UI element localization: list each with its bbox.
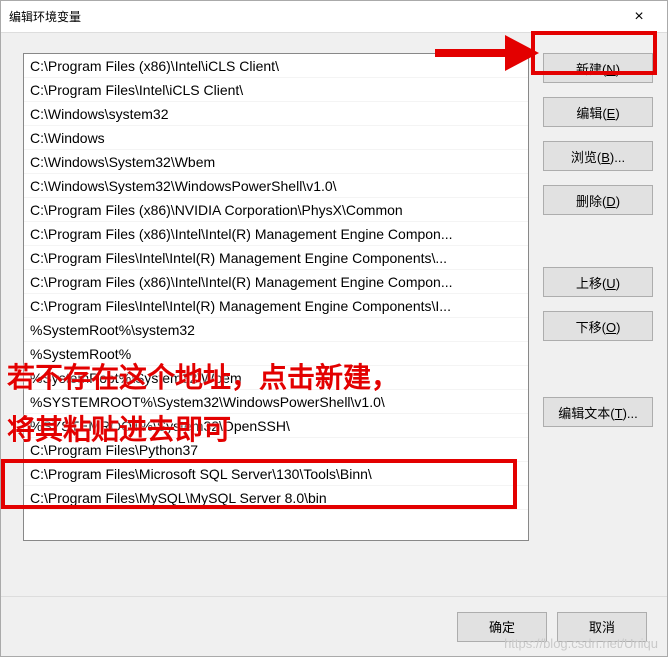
list-item[interactable]: C:\Program Files (x86)\Intel\iCLS Client…: [24, 54, 528, 78]
browse-button[interactable]: 浏览(B)...: [543, 141, 653, 171]
list-item[interactable]: C:\Program Files\MySQL\MySQL Server 8.0\…: [24, 486, 528, 510]
list-item[interactable]: %SYSTEMROOT%\System32\OpenSSH\: [24, 414, 528, 438]
edittext-button[interactable]: 编辑文本(T)...: [543, 397, 653, 427]
list-item[interactable]: C:\Program Files\Python37: [24, 438, 528, 462]
list-item[interactable]: %SYSTEMROOT%\System32\WindowsPowerShell\…: [24, 390, 528, 414]
moveup-button[interactable]: 上移(U): [543, 267, 653, 297]
cancel-button[interactable]: 取消: [557, 612, 647, 642]
list-item[interactable]: C:\Program Files (x86)\Intel\Intel(R) Ma…: [24, 270, 528, 294]
window-title: 编辑环境变量: [9, 8, 81, 25]
list-item[interactable]: %SystemRoot%: [24, 342, 528, 366]
path-listbox[interactable]: C:\Program Files (x86)\Intel\iCLS Client…: [23, 53, 529, 541]
movedown-button[interactable]: 下移(O): [543, 311, 653, 341]
list-item[interactable]: C:\Program Files\Intel\Intel(R) Manageme…: [24, 294, 528, 318]
content-area: C:\Program Files (x86)\Intel\iCLS Client…: [1, 33, 667, 596]
list-item[interactable]: C:\Program Files\Intel\iCLS Client\: [24, 78, 528, 102]
new-button[interactable]: 新建(N): [543, 53, 653, 83]
footer: 确定 取消: [1, 596, 667, 656]
list-item[interactable]: %SystemRoot%\System32\Wbem: [24, 366, 528, 390]
list-item[interactable]: C:\Program Files\Intel\Intel(R) Manageme…: [24, 246, 528, 270]
list-item[interactable]: C:\Program Files (x86)\Intel\Intel(R) Ma…: [24, 222, 528, 246]
ok-button[interactable]: 确定: [457, 612, 547, 642]
titlebar: 编辑环境变量 ×: [1, 1, 667, 33]
list-item[interactable]: C:\Windows\system32: [24, 102, 528, 126]
list-item[interactable]: C:\Program Files (x86)\NVIDIA Corporatio…: [24, 198, 528, 222]
edit-button[interactable]: 编辑(E): [543, 97, 653, 127]
list-item[interactable]: C:\Windows: [24, 126, 528, 150]
close-icon[interactable]: ×: [619, 8, 659, 26]
delete-button[interactable]: 删除(D): [543, 185, 653, 215]
list-item[interactable]: C:\Program Files\Microsoft SQL Server\13…: [24, 462, 528, 486]
dialog-edit-env-var: 编辑环境变量 × C:\Program Files (x86)\Intel\iC…: [0, 0, 668, 657]
list-item[interactable]: C:\Windows\System32\WindowsPowerShell\v1…: [24, 174, 528, 198]
list-item[interactable]: C:\Windows\System32\Wbem: [24, 150, 528, 174]
button-column: 新建(N) 编辑(E) 浏览(B)... 删除(D) 上移(U) 下移(O) 编…: [543, 53, 653, 586]
list-item[interactable]: %SystemRoot%\system32: [24, 318, 528, 342]
